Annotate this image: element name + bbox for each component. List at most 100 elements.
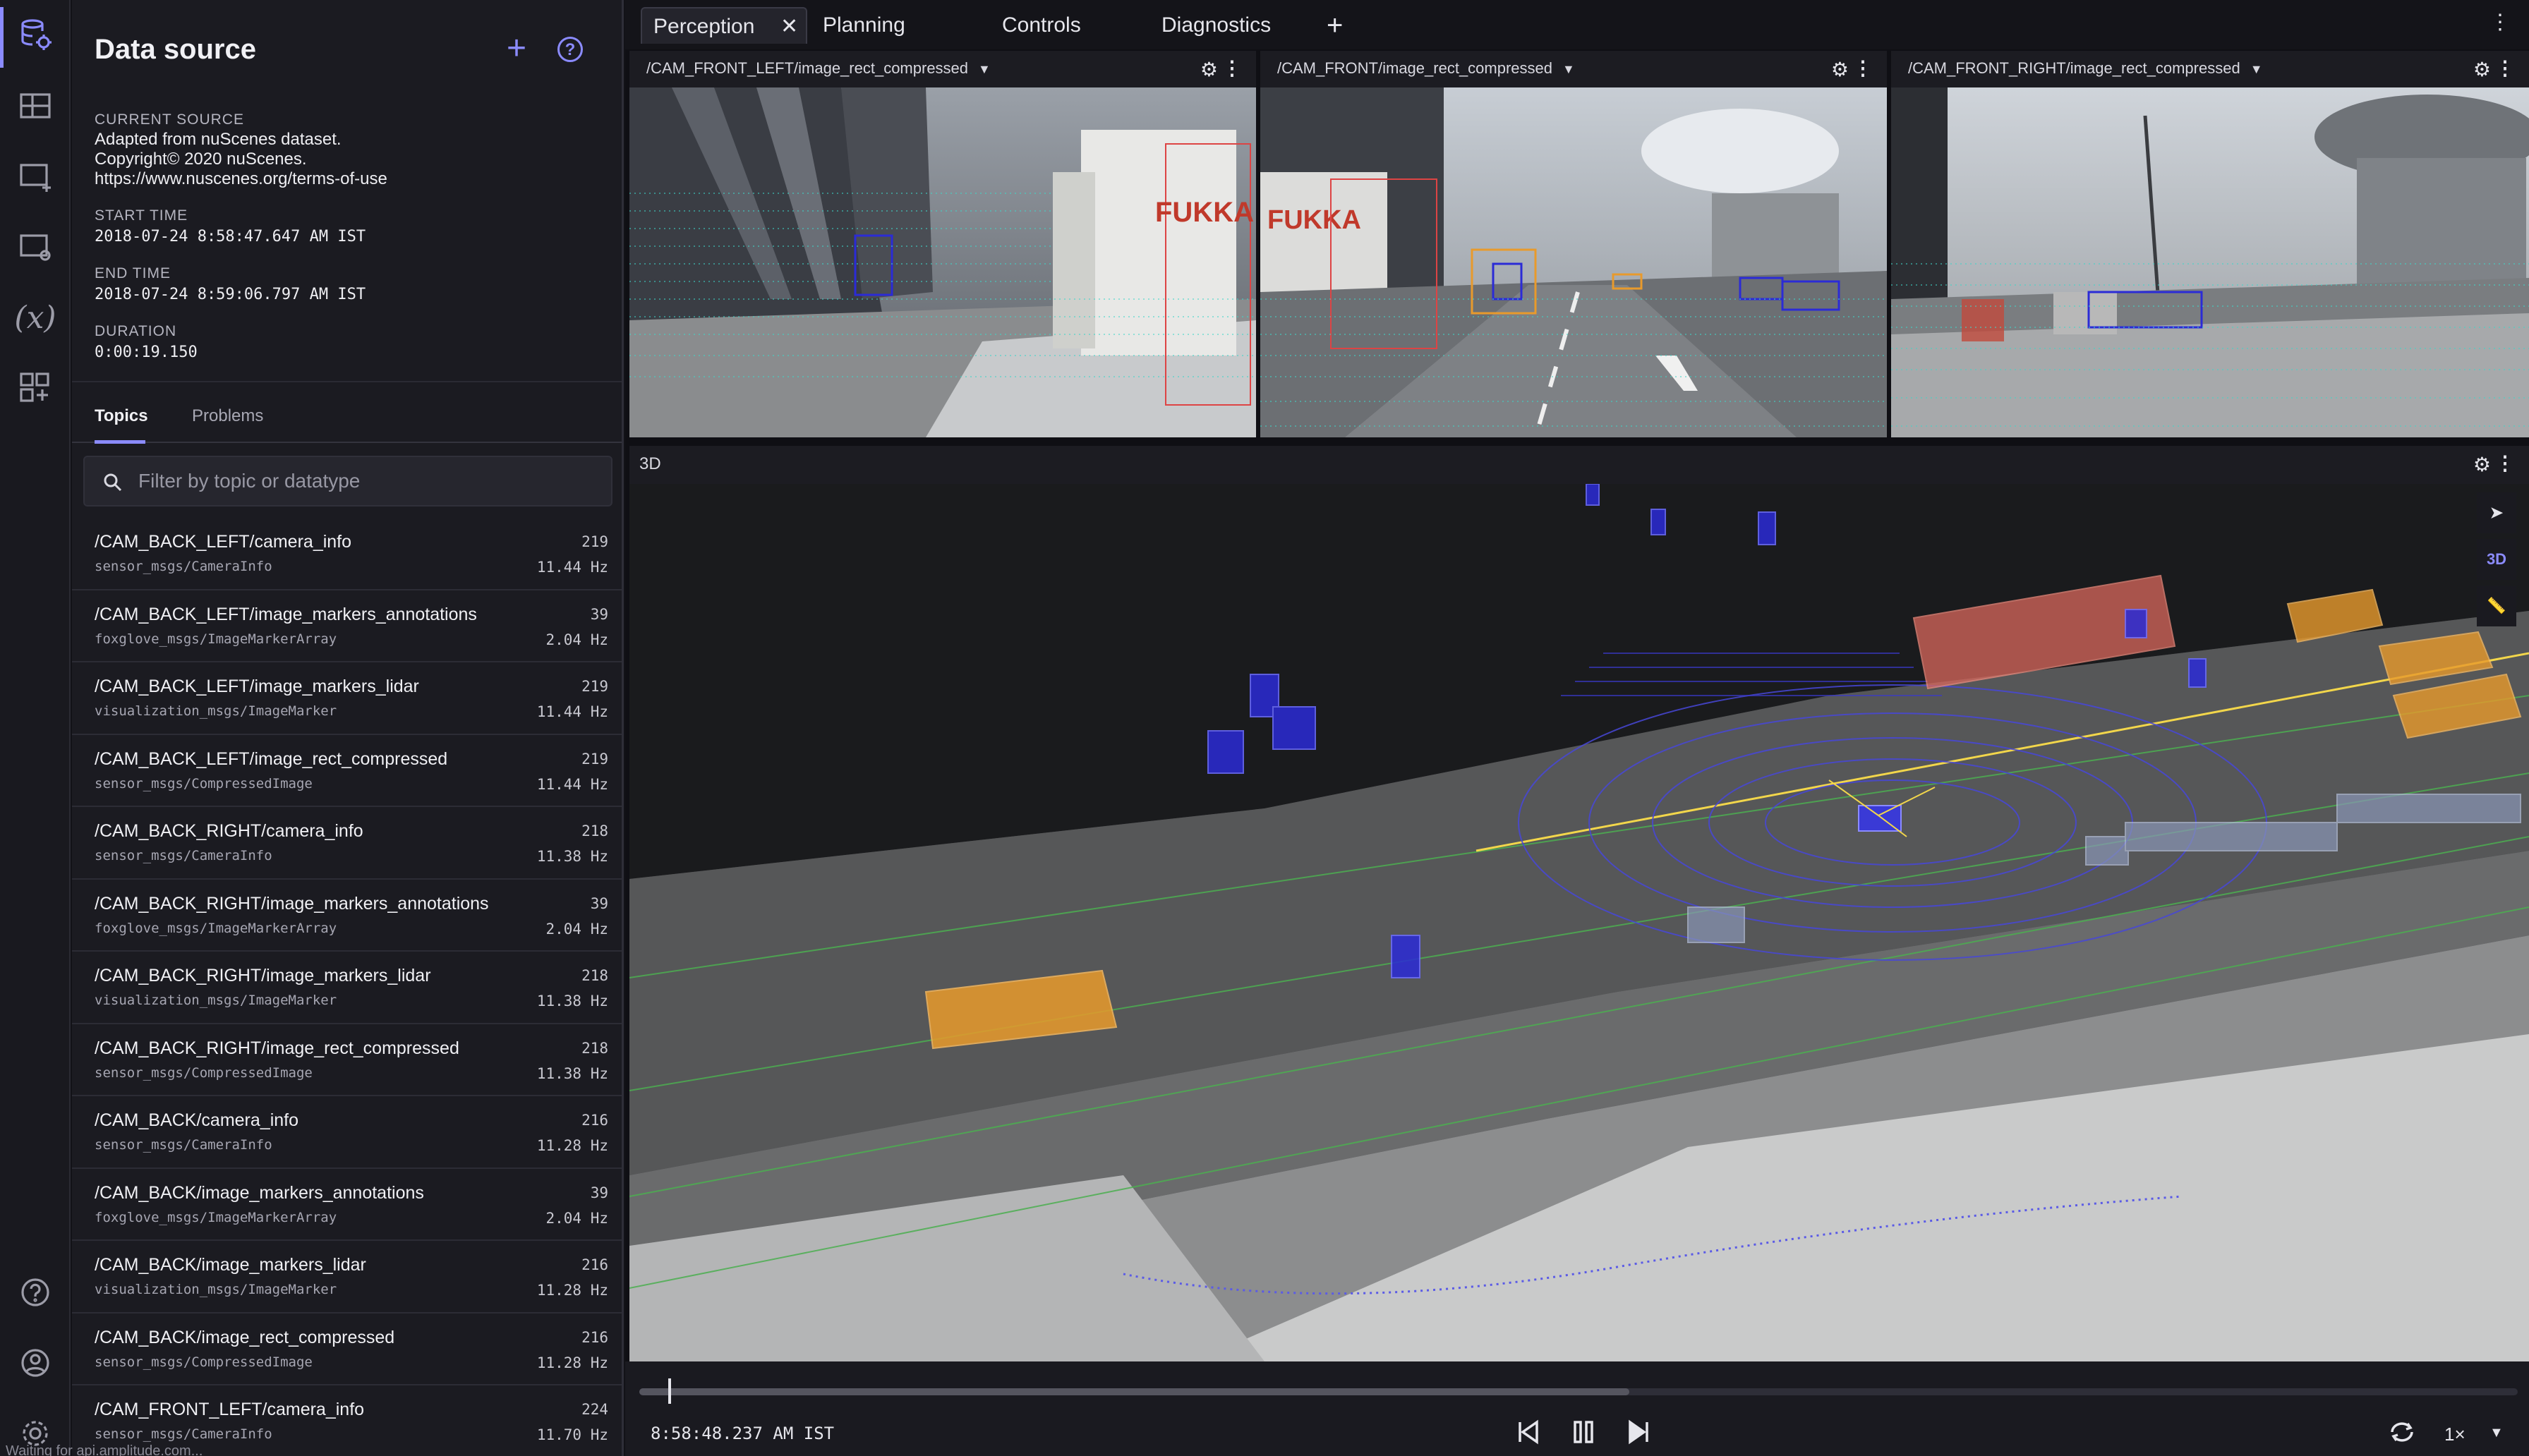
playback-scrubber[interactable] <box>639 1388 2518 1395</box>
topic-row[interactable]: /CAM_BACK_RIGHT/camera_info sensor_msgs/C… <box>72 807 622 880</box>
close-tab-icon[interactable]: ✕ <box>780 8 798 45</box>
topic-row[interactable]: /CAM_BACK_LEFT/image_markers_lidar visual… <box>72 662 622 735</box>
truck-logo-text: FUKKA <box>1267 205 1361 235</box>
topic-name: /CAM_BACK_LEFT/camera_info <box>95 532 352 552</box>
loop-icon[interactable] <box>2385 1415 2419 1449</box>
topic-row[interactable]: /CAM_BACK/image_markers_annotations foxgl… <box>72 1169 622 1241</box>
more-vertical-icon[interactable]: ⋮ <box>2495 451 2515 475</box>
more-vertical-icon[interactable]: ⋮ <box>2495 56 2515 80</box>
topic-frequency: 11.28 Hz <box>536 1137 608 1154</box>
sidebar-tabs: Topics Problems <box>72 381 622 444</box>
topic-row[interactable]: /CAM_BACK/camera_info sensor_msgs/CameraI… <box>72 1096 622 1169</box>
camera-panel-front: /CAM_FRONT/image_rect_compressed ▼ ⚙ ⋮ FU… <box>1260 51 1887 437</box>
add-source-plus-icon[interactable]: + <box>507 31 526 66</box>
layout-tab-bar: Perception ✕ Planning Controls Diagnosti… <box>625 0 2529 49</box>
topic-datatype: foxglove_msgs/ImageMarkerArray <box>95 920 337 936</box>
topic-filter-input[interactable] <box>138 457 604 505</box>
camera-image[interactable]: FUKKA <box>1260 87 1887 437</box>
current-source-line: Adapted from nuScenes dataset. <box>95 130 342 149</box>
topic-name: /CAM_BACK_LEFT/image_rect_compressed <box>95 748 448 769</box>
topic-name: /CAM_BACK/image_markers_lidar <box>95 1255 366 1275</box>
topic-row[interactable]: /CAM_BACK_LEFT/camera_info sensor_msgs/Ca… <box>72 518 622 590</box>
scrubber-loaded-range <box>639 1388 1629 1395</box>
gear-icon[interactable]: ⚙ <box>1200 58 1218 81</box>
topic-filter <box>83 456 612 506</box>
seek-backward-icon[interactable] <box>1511 1415 1545 1449</box>
topic-name: /CAM_BACK_RIGHT/camera_info <box>95 821 363 841</box>
caret-down-icon[interactable]: ▼ <box>2489 1425 2504 1441</box>
camera-image[interactable]: FUKKA <box>629 87 1256 437</box>
layouts-icon[interactable] <box>13 83 58 128</box>
variables-icon[interactable]: (𝑥) <box>13 295 58 340</box>
topic-datatype: sensor_msgs/CompressedImage <box>95 775 313 791</box>
add-panel-icon[interactable] <box>13 154 58 199</box>
start-time-value: 2018-07-24 8:58:47.647 AM IST <box>95 228 366 245</box>
data-source-icon[interactable] <box>13 13 58 58</box>
sidebar-title: Data source <box>95 34 256 65</box>
playback-speed-select[interactable]: 1× <box>2444 1424 2465 1445</box>
topic-row[interactable]: /CAM_BACK_RIGHT/image_rect_compressed sen… <box>72 1024 622 1096</box>
topic-frequency: 11.28 Hz <box>536 1282 608 1299</box>
search-icon <box>104 473 122 492</box>
more-vertical-icon[interactable]: ⋮ <box>2489 10 2511 35</box>
gear-icon[interactable]: ⚙ <box>1831 58 1849 81</box>
add-tab-plus-icon[interactable]: + <box>1327 7 1343 44</box>
seek-forward-icon[interactable] <box>1622 1415 1655 1449</box>
extensions-icon[interactable] <box>13 365 58 411</box>
panel-topic-select[interactable]: /CAM_FRONT_LEFT/image_rect_compressed ▼ <box>646 59 991 78</box>
3d-view-toggle[interactable]: 3D <box>2477 539 2516 580</box>
measure-ruler-icon[interactable]: 📏 <box>2477 586 2516 626</box>
gear-icon[interactable]: ⚙ <box>2473 58 2491 81</box>
more-vertical-icon[interactable]: ⋮ <box>1222 56 1242 80</box>
start-time-label: START TIME <box>95 207 188 224</box>
panel-topic-select[interactable]: /CAM_FRONT_RIGHT/image_rect_compressed ▼ <box>1908 59 2263 78</box>
panel-settings-icon[interactable] <box>13 224 58 269</box>
topic-datatype: visualization_msgs/ImageMarker <box>95 703 337 719</box>
tab-diagnostics[interactable]: Diagnostics <box>1150 7 1282 44</box>
topic-message-count: 39 <box>590 1184 608 1201</box>
current-time: 8:58:48.237 AM IST <box>651 1424 835 1443</box>
tab-topics[interactable]: Topics <box>95 406 148 426</box>
panel-toolbar: /CAM_FRONT/image_rect_compressed ▼ ⚙ ⋮ <box>1260 51 1887 87</box>
tab-planning[interactable]: Planning <box>811 7 917 44</box>
help-icon[interactable] <box>13 1270 58 1315</box>
tab-perception[interactable]: Perception ✕ <box>641 7 807 44</box>
3d-viewport[interactable]: ➤ 3D 📏 <box>629 484 2529 1361</box>
more-vertical-icon[interactable]: ⋮ <box>1853 56 1873 80</box>
caret-down-icon: ▼ <box>1562 62 1575 76</box>
topic-row[interactable]: /CAM_BACK/image_markers_lidar visualizati… <box>72 1241 622 1314</box>
topic-frequency: 11.38 Hz <box>536 1064 608 1082</box>
camera-image[interactable] <box>1891 87 2529 437</box>
topic-datatype: sensor_msgs/CameraInfo <box>95 1426 272 1442</box>
topic-message-count: 218 <box>581 1039 608 1057</box>
current-source-line: https://www.nuscenes.org/terms-of-use <box>95 169 387 188</box>
topic-datatype: sensor_msgs/CameraInfo <box>95 848 272 863</box>
topic-row[interactable]: /CAM_BACK_RIGHT/image_markers_lidar visua… <box>72 952 622 1024</box>
tab-label: Perception <box>653 15 755 38</box>
rail-active-indicator <box>0 7 4 68</box>
account-icon[interactable] <box>13 1340 58 1385</box>
topic-name: /CAM_BACK_RIGHT/image_markers_annotation… <box>95 893 489 914</box>
topic-message-count: 219 <box>581 750 608 768</box>
tab-problems[interactable]: Problems <box>192 406 263 426</box>
topic-name: /CAM_BACK/camera_info <box>95 1110 299 1130</box>
topic-row[interactable]: /CAM_BACK_LEFT/image_rect_compressedsens… <box>72 735 622 807</box>
topic-message-count: 218 <box>581 967 608 984</box>
topic-row[interactable]: /CAM_BACK_LEFT/image_markers_annotations… <box>72 590 622 662</box>
camera-panel-front-left: /CAM_FRONT_LEFT/image_rect_compressed ▼ ⚙… <box>629 51 1256 437</box>
topic-name: /CAM_BACK_LEFT/image_markers_annotations <box>95 604 477 624</box>
gear-icon[interactable]: ⚙ <box>2473 453 2491 476</box>
help-circle-icon[interactable]: ? <box>557 37 583 62</box>
panel-topic-select[interactable]: /CAM_FRONT/image_rect_compressed ▼ <box>1277 59 1575 78</box>
panel-3d-toolbar: 3D ⚙ ⋮ <box>629 446 2529 484</box>
tab-controls[interactable]: Controls <box>991 7 1092 44</box>
pause-icon[interactable] <box>1567 1415 1600 1449</box>
topic-frequency: 11.28 Hz <box>536 1354 608 1371</box>
data-source-sidebar: Data source + ? CURRENT SOURCE Adapted f… <box>72 0 624 1456</box>
topic-message-count: 39 <box>590 894 608 912</box>
topic-row[interactable]: /CAM_BACK_RIGHT/image_markers_annotation… <box>72 880 622 952</box>
topic-row[interactable]: /CAM_BACK/image_rect_compressed sensor_ms… <box>72 1314 622 1385</box>
end-time-label: END TIME <box>95 265 171 281</box>
select-cursor-icon[interactable]: ➤ <box>2477 492 2516 533</box>
scrubber-handle[interactable] <box>668 1378 671 1404</box>
